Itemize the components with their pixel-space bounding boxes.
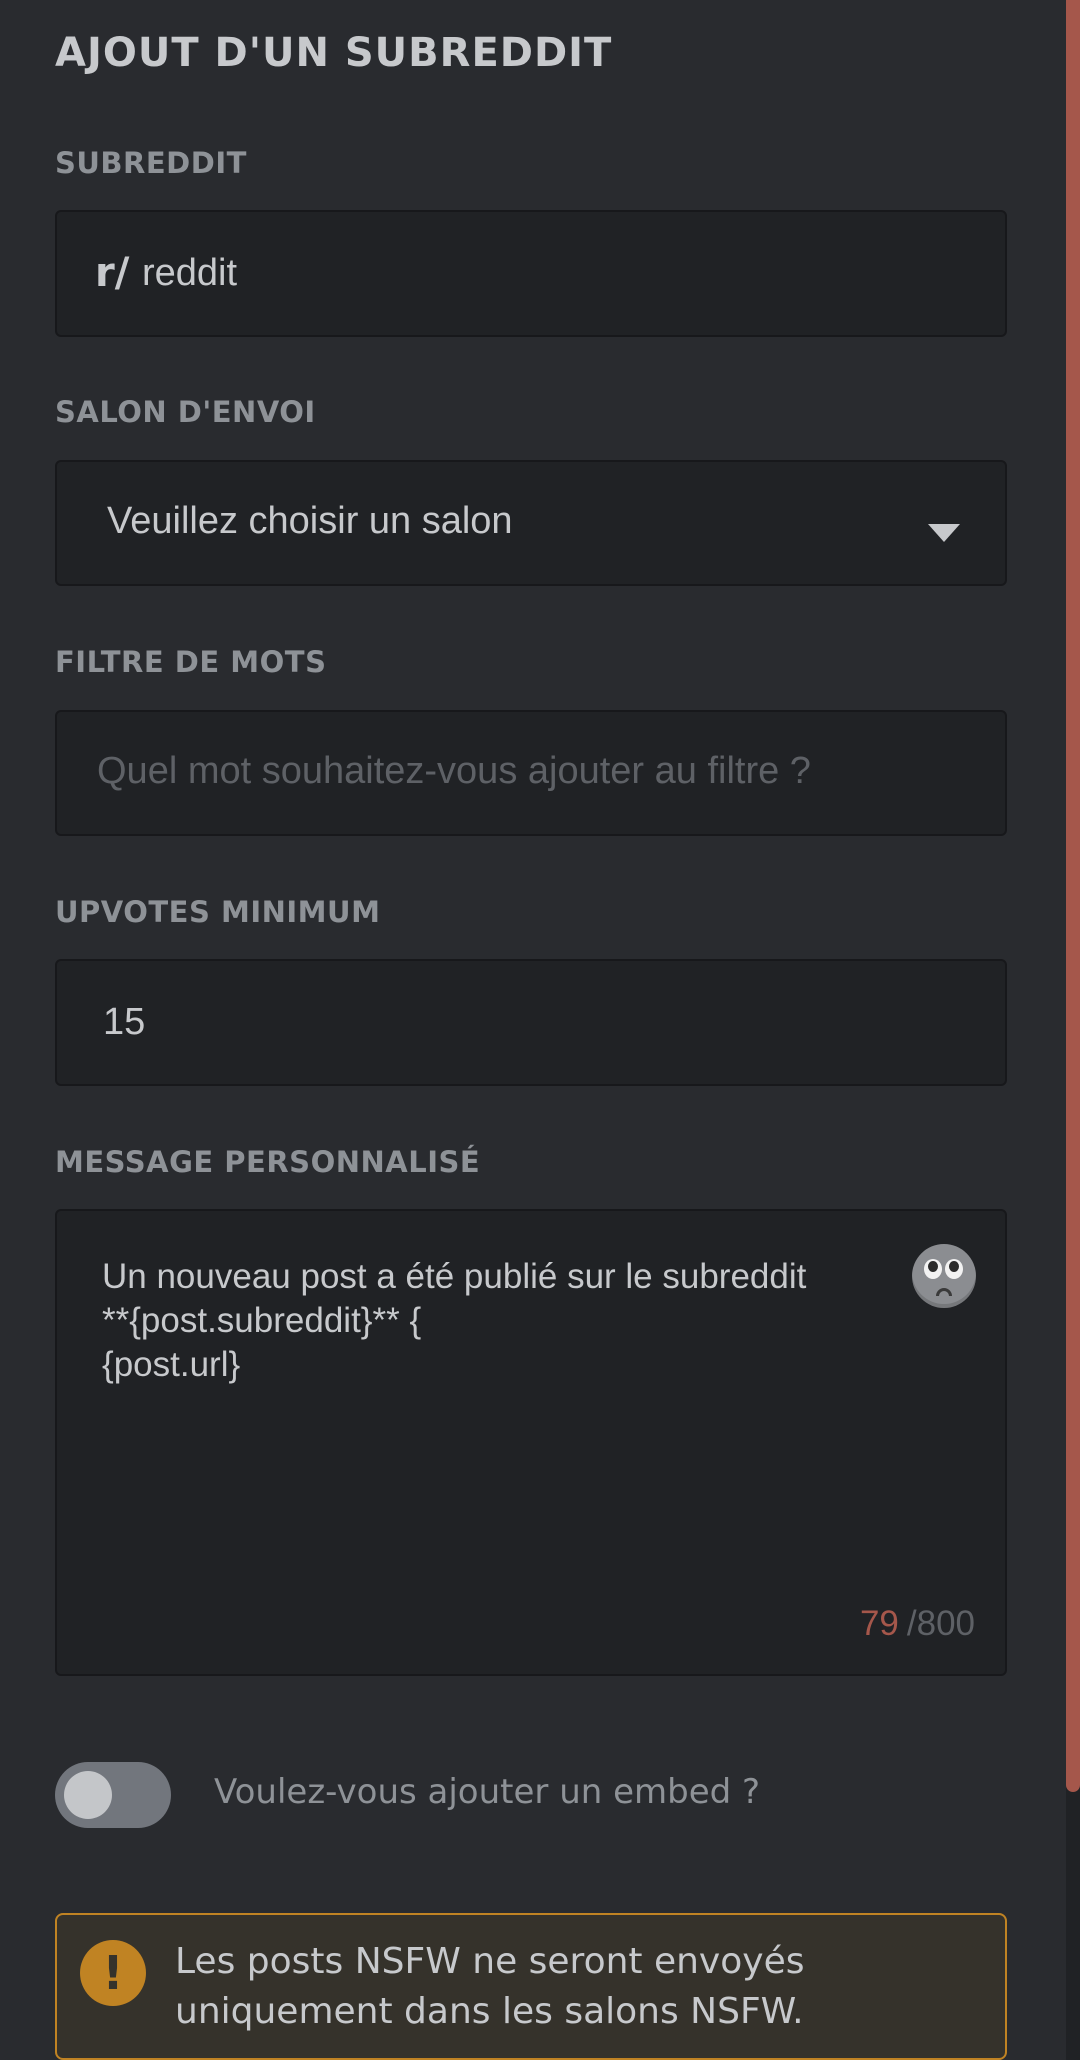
min-upvotes-label: UPVOTES MINIMUM [55, 895, 381, 929]
channel-select[interactable]: Veuillez choisir un salon [55, 460, 1007, 586]
custom-message-textarea[interactable]: Un nouveau post a été publié sur le subr… [55, 1209, 1007, 1676]
min-upvotes-value: 15 [103, 1001, 146, 1043]
embed-toggle-label: Voulez-vous ajouter un embed ? [214, 1772, 761, 1812]
word-filter-label: FILTRE DE MOTS [55, 645, 327, 679]
custom-message-value: Un nouveau post a été publié sur le subr… [102, 1257, 807, 1384]
pleading-face-emoji-icon[interactable] [912, 1244, 976, 1308]
exclamation-icon: ! [80, 1940, 146, 2006]
character-counter: 79/800 [860, 1604, 975, 1644]
subreddit-input-value: reddit [142, 252, 238, 294]
toggle-knob [64, 1771, 112, 1819]
subreddit-label: SUBREDDIT [55, 146, 247, 180]
embed-toggle[interactable] [55, 1762, 171, 1828]
subreddit-input[interactable]: r/ reddit [55, 210, 1007, 337]
word-filter-input[interactable]: Quel mot souhaitez-vous ajouter au filtr… [55, 710, 1007, 836]
scrollbar-thumb[interactable] [1066, 0, 1080, 1792]
channel-label: SALON D'ENVOI [55, 395, 316, 429]
subreddit-prefix: r/ [95, 250, 130, 296]
dropdown-caret-icon [928, 524, 960, 542]
character-count-max: /800 [906, 1604, 975, 1643]
emoji-eye-right [945, 1259, 963, 1279]
scrollbar-track[interactable] [1066, 0, 1080, 2060]
word-filter-placeholder: Quel mot souhaitez-vous ajouter au filtr… [97, 750, 811, 792]
min-upvotes-input[interactable]: 15 [55, 959, 1007, 1086]
character-count-current: 79 [859, 1604, 899, 1643]
emoji-eye-left [924, 1259, 942, 1279]
page-title: AJOUT D'UN SUBREDDIT [55, 30, 613, 76]
custom-message-label: MESSAGE PERSONNALISÉ [55, 1145, 481, 1179]
channel-select-value: Veuillez choisir un salon [107, 500, 513, 542]
nsfw-warning-text: Les posts NSFW ne seront envoyés uniquem… [175, 1941, 805, 2032]
nsfw-warning-banner: ! Les posts NSFW ne seront envoyés uniqu… [55, 1913, 1007, 2060]
emoji-mouth [936, 1288, 952, 1296]
